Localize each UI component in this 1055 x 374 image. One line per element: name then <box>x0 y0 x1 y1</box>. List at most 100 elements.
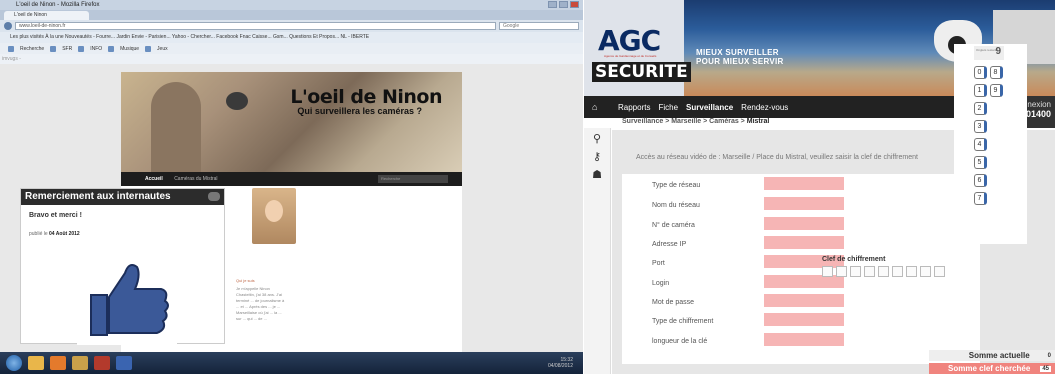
blog-header-banner: L'oeil de Ninon Qui surveillera les camé… <box>121 72 462 172</box>
post-panel: Remerciement aux internautes Bravo et me… <box>20 188 225 345</box>
date-prefix: publié le <box>29 231 48 237</box>
breadcrumb-path[interactable]: Surveillance > Marseille > Caméras > <box>622 118 745 125</box>
encryption-type-field[interactable] <box>764 313 844 326</box>
toolbar-item[interactable]: INFO <box>90 46 102 52</box>
form-row: longueur de la clé <box>652 330 844 349</box>
ip-address-field[interactable] <box>764 236 844 249</box>
toolbar-item[interactable]: Recherche <box>20 46 44 52</box>
date-value: 04 Août 2012 <box>49 231 80 237</box>
url-bar[interactable]: www.loeil-de-ninon.fr <box>15 22 496 30</box>
navigation-bar: www.loeil-de-ninon.fr Google <box>0 20 583 32</box>
tab-strip: L'oeil de Ninon <box>0 10 583 20</box>
clef-slot[interactable] <box>892 266 903 277</box>
somme-cherchee-value: 45 <box>1040 365 1051 372</box>
toolbar-icon[interactable] <box>50 45 57 52</box>
key-2[interactable]: 2 <box>974 102 987 115</box>
clef-slot[interactable] <box>850 266 861 277</box>
addon-toolbar: Recherche SFR INFO Musique Jeux <box>0 43 583 54</box>
author-photo <box>252 188 296 244</box>
nav-home[interactable]: Accueil <box>145 176 163 182</box>
camera-icon <box>226 92 248 110</box>
somme-actuelle-value: 0 <box>1047 352 1051 359</box>
key-3[interactable]: 3 <box>974 120 987 133</box>
post-title: Bravo et merci ! <box>29 212 82 219</box>
clef-slot[interactable] <box>864 266 875 277</box>
window-controls <box>548 1 579 8</box>
field-label: Nom du réseau <box>652 202 700 209</box>
home-small-icon[interactable]: ☗ <box>584 168 610 182</box>
clef-slot[interactable] <box>920 266 931 277</box>
firefox-icon[interactable] <box>50 356 66 370</box>
key-length-field[interactable] <box>764 333 844 346</box>
key-0[interactable]: 0 <box>974 66 987 79</box>
nav-rendez-vous[interactable]: Rendez-vous <box>741 103 788 112</box>
clef-slot[interactable] <box>822 266 833 277</box>
search-input[interactable]: Google <box>499 22 579 30</box>
form-row: Adresse IP <box>652 233 844 252</box>
nom-reseau-field[interactable] <box>764 197 844 210</box>
breadcrumb-current: Mistral <box>746 118 770 125</box>
maximize-icon[interactable] <box>559 1 568 8</box>
post-header-title: Remerciement aux internautes <box>25 191 171 202</box>
nav-fiche[interactable]: Fiche <box>658 103 678 112</box>
toolbar-icon[interactable] <box>8 45 14 52</box>
form-row: Type de chiffrement <box>652 310 844 329</box>
page-viewport: L'oeil de Ninon Qui surveillera les camé… <box>0 64 583 352</box>
clef-slot[interactable] <box>836 266 847 277</box>
toolbar-icon[interactable] <box>78 45 85 52</box>
field-label: longueur de la clé <box>652 338 708 345</box>
app-icon[interactable] <box>94 356 110 370</box>
tool-icon[interactable]: ⚷ <box>584 150 610 164</box>
browser-tab[interactable]: L'oeil de Ninon <box>4 11 89 20</box>
blog-search-input[interactable]: Recherche <box>378 175 448 183</box>
folder-icon[interactable] <box>72 356 88 370</box>
key-4[interactable]: 4 <box>974 138 987 151</box>
somme-actuelle: Somme actuelle 0 <box>929 350 1055 361</box>
breadcrumb: Surveillance > Marseille > Caméras > Mis… <box>622 118 769 125</box>
clef-slot[interactable] <box>878 266 889 277</box>
close-post-icon[interactable] <box>208 192 220 201</box>
key-icon[interactable]: ⚲ <box>584 132 610 146</box>
explorer-icon[interactable] <box>28 356 44 370</box>
start-button[interactable] <box>6 355 22 371</box>
nav-rapports[interactable]: Rapports <box>618 103 650 112</box>
key-8[interactable]: 8 <box>990 66 1003 79</box>
back-arrow-icon[interactable] <box>4 22 12 30</box>
logo-agc: AGC <box>598 24 661 57</box>
toolbar-item[interactable]: Jeux <box>157 46 168 52</box>
minimize-icon[interactable] <box>548 1 557 8</box>
close-icon[interactable] <box>570 1 579 8</box>
toolbar-item[interactable]: SFR <box>62 46 72 52</box>
toolbar-icon[interactable] <box>108 45 115 52</box>
word-icon[interactable] <box>116 356 132 370</box>
slogan-line-1: MIEUX SURVEILLER <box>696 48 779 57</box>
form-row: Nom du réseau <box>652 194 844 213</box>
secondary-toolbar[interactable]: imvugs - <box>0 54 583 64</box>
home-icon[interactable]: ⌂ <box>592 102 602 112</box>
form-row: Mot de passe <box>652 291 844 310</box>
nav-surveillance[interactable]: Surveillance <box>686 103 733 112</box>
field-label: Type de chiffrement <box>652 318 714 325</box>
key-6[interactable]: 6 <box>974 174 987 187</box>
type-reseau-field[interactable] <box>764 177 844 190</box>
key-7[interactable]: 7 <box>974 192 987 205</box>
key-5[interactable]: 5 <box>974 156 987 169</box>
nav-cameras[interactable]: Caméras du Mistral <box>174 176 217 182</box>
key-1[interactable]: 1 <box>974 84 987 97</box>
toolbar-icon[interactable] <box>145 45 152 52</box>
remaining-tabs: Onglets restants 9 <box>974 46 1004 60</box>
remaining-value: 9 <box>995 46 1001 57</box>
password-field[interactable] <box>764 294 844 307</box>
agc-securite-screenshot: AGC Agence de Gardiennage et de Conseils… <box>584 0 1055 374</box>
post-date: publié le 04 Août 2012 <box>21 219 224 237</box>
camera-number-field[interactable] <box>764 217 844 230</box>
sums-panel: Somme actuelle 0 Somme clef cherchée 45 <box>929 350 1055 374</box>
blog-subtitle: Qui surveillera les caméras ? <box>297 106 422 116</box>
bookmarks-bar[interactable]: Les plus visités À la une Nouveautés - F… <box>0 32 583 43</box>
clef-slots <box>822 266 945 277</box>
tray-date: 04/08/2012 <box>547 363 573 369</box>
clef-slot[interactable] <box>934 266 945 277</box>
key-9[interactable]: 9 <box>990 84 1003 97</box>
clef-slot[interactable] <box>906 266 917 277</box>
toolbar-item[interactable]: Musique <box>120 46 139 52</box>
